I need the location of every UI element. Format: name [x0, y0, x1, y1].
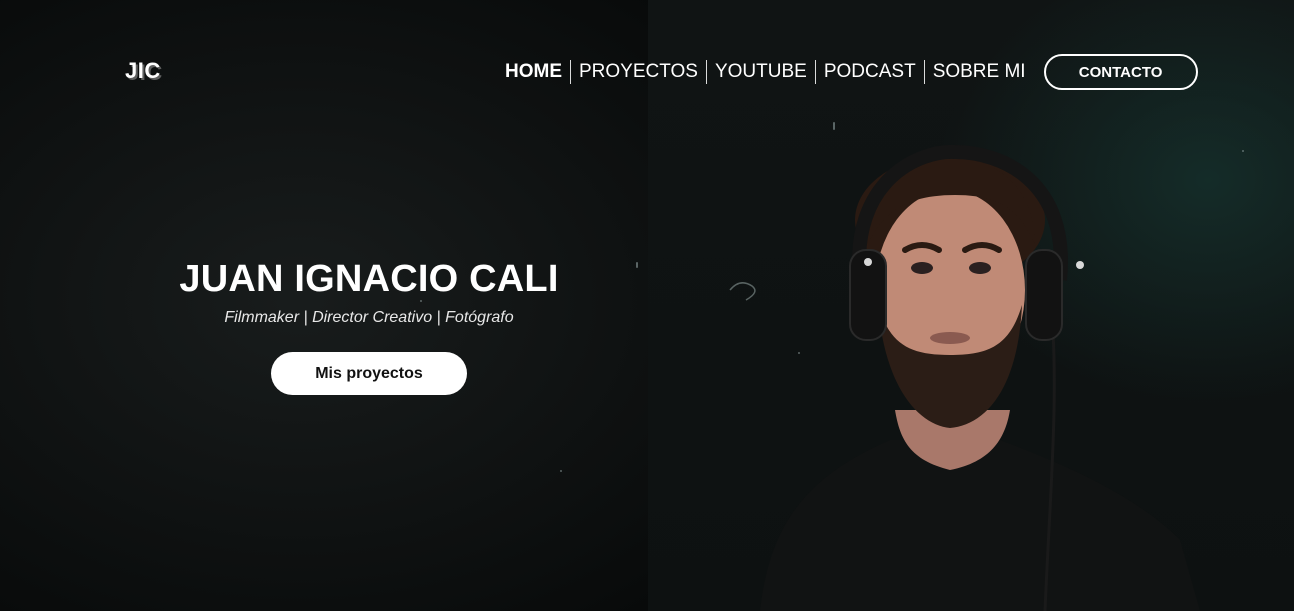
contact-button[interactable]: CONTACTO [1043, 54, 1198, 90]
nav-item-proyectos[interactable]: PROYECTOS [570, 60, 706, 84]
dust-speck [560, 470, 562, 472]
hero-title: JUAN IGNACIO CALI [179, 258, 559, 300]
hero-section: JIC HOME PROYECTOS YOUTUBE PODCAST SOBRE… [0, 0, 1294, 611]
dust-speck [833, 122, 835, 130]
main-nav: HOME PROYECTOS YOUTUBE PODCAST SOBRE MI … [497, 54, 1198, 90]
nav-item-home[interactable]: HOME [497, 60, 570, 84]
portrait-photo [729, 144, 1200, 611]
dust-speck [636, 262, 638, 268]
nav-item-sobre-mi[interactable]: SOBRE MI [923, 60, 1034, 84]
hero-text-block: JUAN IGNACIO CALI Filmmaker | Director C… [140, 255, 598, 329]
mis-proyectos-button[interactable]: Mis proyectos [271, 352, 467, 395]
logo[interactable]: JIC [125, 58, 161, 84]
nav-item-podcast[interactable]: PODCAST [814, 60, 924, 84]
hero-subtitle: Filmmaker | Director Creativo | Fotógraf… [224, 309, 514, 326]
nav-item-youtube[interactable]: YOUTUBE [705, 60, 815, 84]
